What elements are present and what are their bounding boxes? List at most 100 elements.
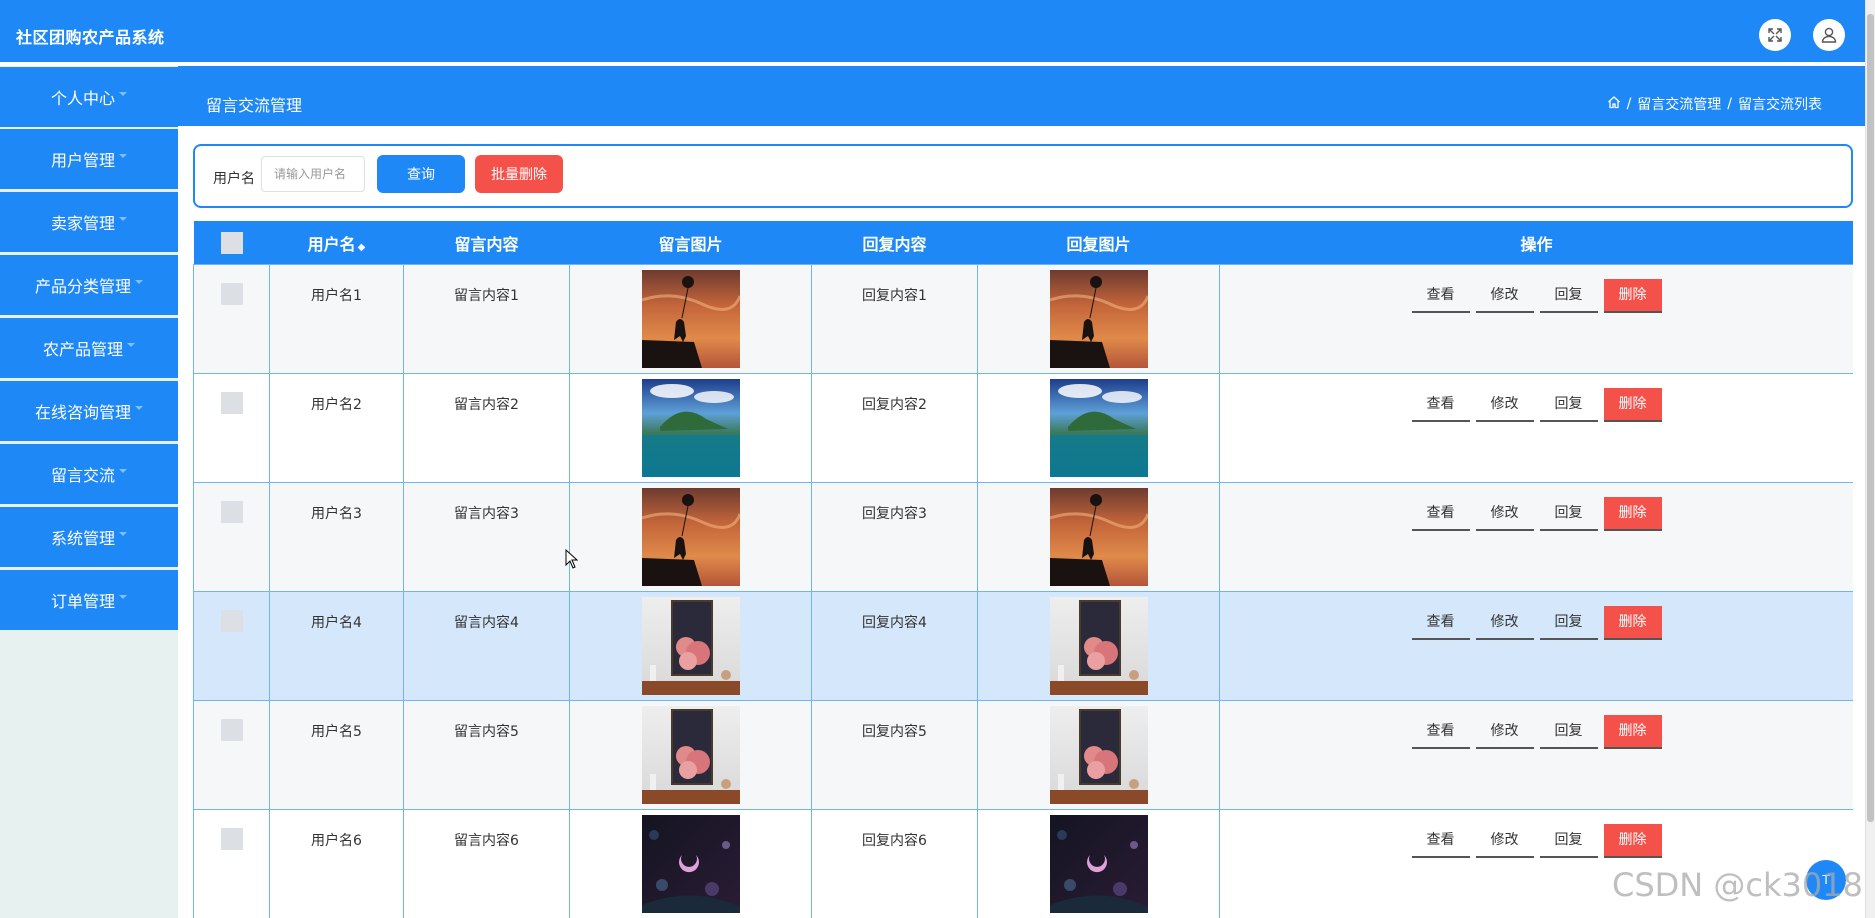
select-all-cell[interactable] bbox=[193, 221, 270, 265]
row-select-cell[interactable] bbox=[193, 591, 270, 701]
sidebar-item-category-management[interactable]: 产品分类管理 bbox=[0, 255, 178, 315]
row-checkbox[interactable] bbox=[220, 719, 243, 741]
reply-image[interactable] bbox=[1049, 597, 1148, 695]
message-image[interactable] bbox=[641, 379, 740, 477]
batch-delete-button[interactable]: 批量删除 bbox=[475, 155, 563, 193]
data-table: 用户名 ◆ 留言内容 留言图片 回复内容 回复图片 操作 用户名1 留言内容1 回复内… bbox=[193, 221, 1853, 918]
view-button[interactable]: 查看 bbox=[1411, 388, 1470, 422]
username-cell: 用户名3 bbox=[269, 482, 404, 592]
table-row[interactable]: 用户名2 留言内容2 回复内容2 查看 修改 回复 删除 bbox=[193, 373, 1853, 483]
message-image[interactable] bbox=[641, 706, 740, 804]
reply-button[interactable]: 回复 bbox=[1539, 279, 1598, 313]
search-panel: 用户名 查询 批量删除 bbox=[193, 144, 1853, 208]
column-header-reply-image: 回复图片 bbox=[977, 221, 1220, 265]
sidebar-item-label: 个人中心 bbox=[50, 89, 115, 108]
delete-button[interactable]: 删除 bbox=[1603, 388, 1662, 422]
row-select-cell[interactable] bbox=[193, 264, 270, 374]
page-scrollbar[interactable] bbox=[1865, 0, 1875, 918]
reply-button[interactable]: 回复 bbox=[1539, 388, 1598, 422]
sidebar-item-personal-center[interactable]: 个人中心 bbox=[0, 67, 178, 127]
view-button[interactable]: 查看 bbox=[1411, 279, 1470, 313]
reply-button[interactable]: 回复 bbox=[1539, 824, 1598, 858]
page-header: 留言交流管理 / 留言交流管理 / 留言交流列表 bbox=[178, 66, 1866, 126]
select-all-checkbox[interactable] bbox=[220, 231, 243, 254]
reply-image-cell bbox=[977, 264, 1220, 374]
view-button[interactable]: 查看 bbox=[1411, 824, 1470, 858]
row-checkbox[interactable] bbox=[220, 610, 243, 632]
reply-image[interactable] bbox=[1049, 815, 1148, 913]
reply-image[interactable] bbox=[1049, 270, 1148, 368]
row-checkbox[interactable] bbox=[220, 392, 243, 414]
reply-button[interactable]: 回复 bbox=[1539, 715, 1598, 749]
home-icon[interactable] bbox=[1607, 95, 1621, 113]
content-text: 留言内容5 bbox=[454, 724, 519, 740]
message-image[interactable] bbox=[641, 488, 740, 586]
edit-button[interactable]: 修改 bbox=[1475, 606, 1534, 640]
user-icon[interactable] bbox=[1813, 19, 1845, 51]
breadcrumb-separator: / bbox=[1626, 96, 1632, 112]
sidebar-item-user-management[interactable]: 用户管理 bbox=[0, 129, 178, 189]
delete-button[interactable]: 删除 bbox=[1603, 824, 1662, 858]
column-header-username[interactable]: 用户名 ◆ bbox=[269, 221, 404, 265]
edit-button[interactable]: 修改 bbox=[1475, 715, 1534, 749]
reply-button[interactable]: 回复 bbox=[1539, 497, 1598, 531]
reply-button[interactable]: 回复 bbox=[1539, 606, 1598, 640]
sidebar-item-label: 产品分类管理 bbox=[34, 277, 131, 296]
sort-icon[interactable]: ◆ bbox=[358, 242, 366, 253]
reply-image[interactable] bbox=[1049, 488, 1148, 586]
scrollbar-thumb[interactable] bbox=[1867, 14, 1874, 822]
reply-image-cell bbox=[977, 482, 1220, 592]
table-row[interactable]: 用户名1 留言内容1 回复内容1 查看 修改 回复 删除 bbox=[193, 264, 1853, 374]
sidebar-item-seller-management[interactable]: 卖家管理 bbox=[0, 192, 178, 252]
username-cell: 用户名1 bbox=[269, 264, 404, 374]
sidebar-item-label: 用户管理 bbox=[50, 151, 115, 170]
edit-button[interactable]: 修改 bbox=[1475, 388, 1534, 422]
message-image[interactable] bbox=[641, 597, 740, 695]
image-cell bbox=[569, 482, 812, 592]
table-row[interactable]: 用户名5 留言内容5 回复内容5 查看 修改 回复 删除 bbox=[193, 700, 1853, 810]
image-cell bbox=[569, 700, 812, 810]
row-select-cell[interactable] bbox=[193, 373, 270, 483]
reply-image[interactable] bbox=[1049, 379, 1148, 477]
username-text: 用户名2 bbox=[311, 397, 362, 413]
username-search-input[interactable] bbox=[261, 156, 365, 192]
delete-button[interactable]: 删除 bbox=[1603, 606, 1662, 640]
row-select-cell[interactable] bbox=[193, 809, 270, 918]
username-cell: 用户名4 bbox=[269, 591, 404, 701]
sidebar-item-system-management[interactable]: 系统管理 bbox=[0, 507, 178, 567]
table-row[interactable]: 用户名3 留言内容3 回复内容3 查看 修改 回复 删除 bbox=[193, 482, 1853, 592]
delete-button[interactable]: 删除 bbox=[1603, 279, 1662, 313]
query-button[interactable]: 查询 bbox=[377, 155, 465, 193]
row-checkbox[interactable] bbox=[220, 501, 243, 523]
reply-image[interactable] bbox=[1049, 706, 1148, 804]
view-button[interactable]: 查看 bbox=[1411, 606, 1470, 640]
content-cell: 留言内容5 bbox=[403, 700, 570, 810]
message-image[interactable] bbox=[641, 815, 740, 913]
caret-down-icon bbox=[119, 154, 127, 158]
edit-button[interactable]: 修改 bbox=[1475, 279, 1534, 313]
edit-button[interactable]: 修改 bbox=[1475, 497, 1534, 531]
sidebar-item-order-management[interactable]: 订单管理 bbox=[0, 570, 178, 630]
delete-button[interactable]: 删除 bbox=[1603, 715, 1662, 749]
delete-button[interactable]: 删除 bbox=[1603, 497, 1662, 531]
table-row[interactable]: 用户名6 留言内容6 回复内容6 查看 修改 回复 删除 bbox=[193, 809, 1853, 918]
actions-cell: 查看 修改 回复 删除 bbox=[1219, 482, 1853, 592]
sidebar-item-product-management[interactable]: 农产品管理 bbox=[0, 318, 178, 378]
edit-button[interactable]: 修改 bbox=[1475, 824, 1534, 858]
top-bar: 社区团购农产品系统 bbox=[0, 0, 1866, 62]
view-button[interactable]: 查看 bbox=[1411, 497, 1470, 531]
sidebar-item-label: 农产品管理 bbox=[42, 340, 123, 359]
image-cell bbox=[569, 809, 812, 918]
sidebar-item-consultation-management[interactable]: 在线咨询管理 bbox=[0, 381, 178, 441]
sidebar-item-message-exchange[interactable]: 留言交流 bbox=[0, 444, 178, 504]
row-checkbox[interactable] bbox=[220, 283, 243, 305]
message-image[interactable] bbox=[641, 270, 740, 368]
row-select-cell[interactable] bbox=[193, 482, 270, 592]
row-select-cell[interactable] bbox=[193, 700, 270, 810]
content-cell: 留言内容1 bbox=[403, 264, 570, 374]
view-button[interactable]: 查看 bbox=[1411, 715, 1470, 749]
fullscreen-icon[interactable] bbox=[1759, 19, 1791, 51]
table-row[interactable]: 用户名4 留言内容4 回复内容4 查看 修改 回复 删除 bbox=[193, 591, 1853, 701]
row-checkbox[interactable] bbox=[220, 828, 243, 850]
breadcrumb-item[interactable]: 留言交流管理 bbox=[1637, 94, 1721, 114]
